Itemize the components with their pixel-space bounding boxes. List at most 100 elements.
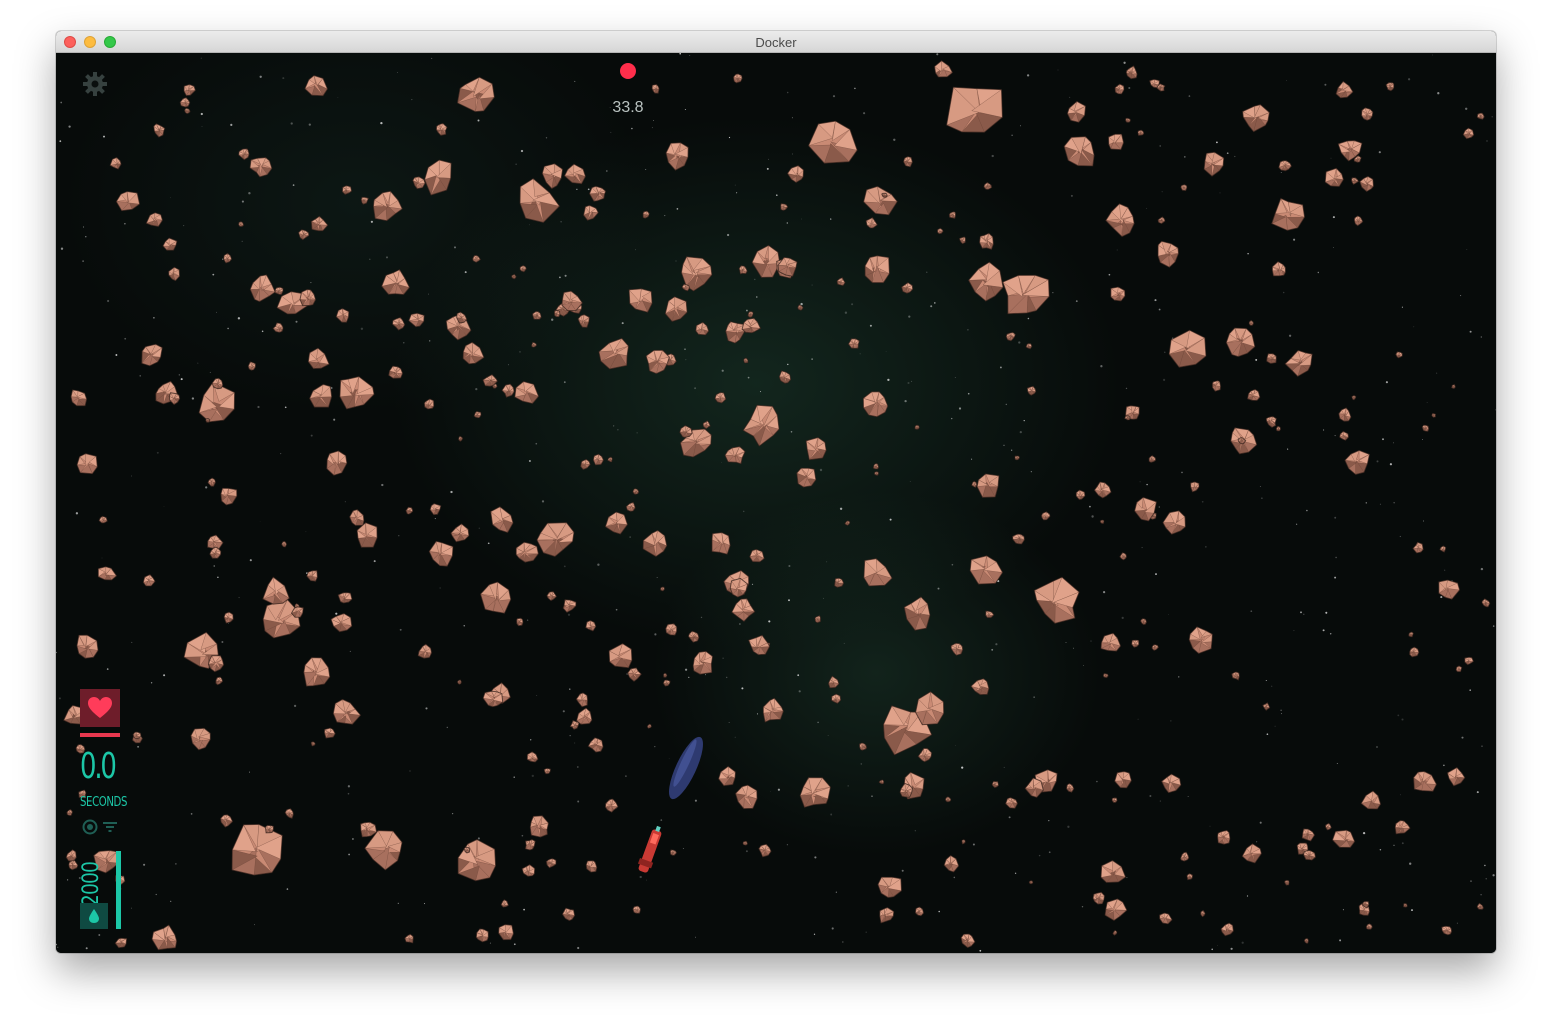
asteroid xyxy=(1024,777,1044,798)
asteroid xyxy=(98,515,108,524)
asteroid xyxy=(516,617,524,627)
star xyxy=(1332,216,1335,219)
asteroid xyxy=(607,456,613,463)
star xyxy=(1486,140,1488,142)
asteroid xyxy=(1102,673,1109,679)
asteroid xyxy=(662,672,668,678)
asteroid xyxy=(211,377,224,390)
star xyxy=(1393,844,1395,846)
asteroid xyxy=(797,304,804,311)
asteroid xyxy=(553,309,561,318)
star xyxy=(1443,764,1445,767)
star xyxy=(1158,506,1160,508)
star xyxy=(347,785,351,788)
star xyxy=(429,340,431,342)
star xyxy=(937,587,940,590)
asteroid xyxy=(249,157,273,178)
star xyxy=(1116,249,1118,251)
asteroid xyxy=(732,73,743,84)
star xyxy=(1247,252,1249,255)
asteroid xyxy=(500,899,510,908)
asteroid xyxy=(627,667,642,683)
asteroid xyxy=(1275,425,1282,432)
star xyxy=(425,707,428,710)
star xyxy=(286,888,289,890)
asteroid xyxy=(303,657,331,687)
asteroid xyxy=(1365,923,1373,930)
asteroid xyxy=(310,741,316,747)
filter-icon[interactable] xyxy=(102,819,118,835)
star xyxy=(936,53,939,56)
star xyxy=(380,121,383,125)
star xyxy=(1003,766,1005,768)
star xyxy=(791,117,793,119)
asteroid xyxy=(807,120,858,164)
star xyxy=(930,305,933,308)
star xyxy=(478,527,480,529)
asteroid xyxy=(1271,197,1306,231)
asteroid xyxy=(1014,455,1021,461)
star xyxy=(1492,625,1495,627)
asteroid xyxy=(651,83,660,94)
star xyxy=(1456,922,1458,924)
star xyxy=(979,949,982,952)
star xyxy=(477,119,480,122)
star xyxy=(515,163,517,165)
asteroid xyxy=(944,796,952,803)
star xyxy=(487,542,490,545)
asteroid xyxy=(66,808,73,817)
star xyxy=(1491,116,1493,118)
star xyxy=(1121,616,1124,620)
star xyxy=(115,354,118,356)
asteroid xyxy=(450,523,470,543)
star xyxy=(995,643,998,646)
asteroid xyxy=(580,458,591,471)
star xyxy=(610,131,612,133)
star xyxy=(130,475,132,477)
star xyxy=(700,616,703,619)
game-viewport[interactable]: 33.8 0.0 SECONDS 2000 xyxy=(56,53,1496,953)
star xyxy=(248,192,251,195)
star xyxy=(776,194,778,196)
star xyxy=(726,233,730,237)
asteroid xyxy=(298,229,310,241)
asteroid xyxy=(1476,112,1485,120)
asteroid xyxy=(457,838,497,882)
star xyxy=(843,642,845,644)
star xyxy=(766,167,769,170)
asteroid xyxy=(435,122,448,136)
star xyxy=(1293,238,1296,241)
star xyxy=(1336,762,1338,764)
gear-icon[interactable] xyxy=(82,71,108,97)
asteroid xyxy=(238,148,250,161)
asteroid xyxy=(1246,388,1261,402)
asteroid xyxy=(743,357,749,364)
asteroid xyxy=(1266,353,1277,365)
star xyxy=(259,521,261,522)
asteroid xyxy=(1140,618,1148,626)
asteroid xyxy=(521,863,536,877)
asteroid xyxy=(970,678,990,696)
star xyxy=(349,650,351,652)
star xyxy=(308,123,311,126)
heart-icon xyxy=(88,697,112,718)
star xyxy=(734,736,736,738)
star xyxy=(205,486,208,489)
asteroid xyxy=(388,365,404,379)
fuel-box xyxy=(80,903,108,929)
star xyxy=(1137,718,1139,720)
game-scene[interactable] xyxy=(56,53,1496,953)
star xyxy=(830,813,833,816)
target-icon[interactable] xyxy=(82,819,98,835)
asteroid xyxy=(780,203,789,211)
star xyxy=(668,758,670,760)
star xyxy=(745,850,748,853)
asteroid xyxy=(877,876,903,899)
asteroid xyxy=(183,107,191,115)
asteroid xyxy=(262,576,290,605)
asteroid xyxy=(1412,541,1424,554)
asteroid xyxy=(76,453,98,475)
star xyxy=(564,274,567,277)
star xyxy=(1038,854,1041,857)
star xyxy=(1378,151,1381,154)
